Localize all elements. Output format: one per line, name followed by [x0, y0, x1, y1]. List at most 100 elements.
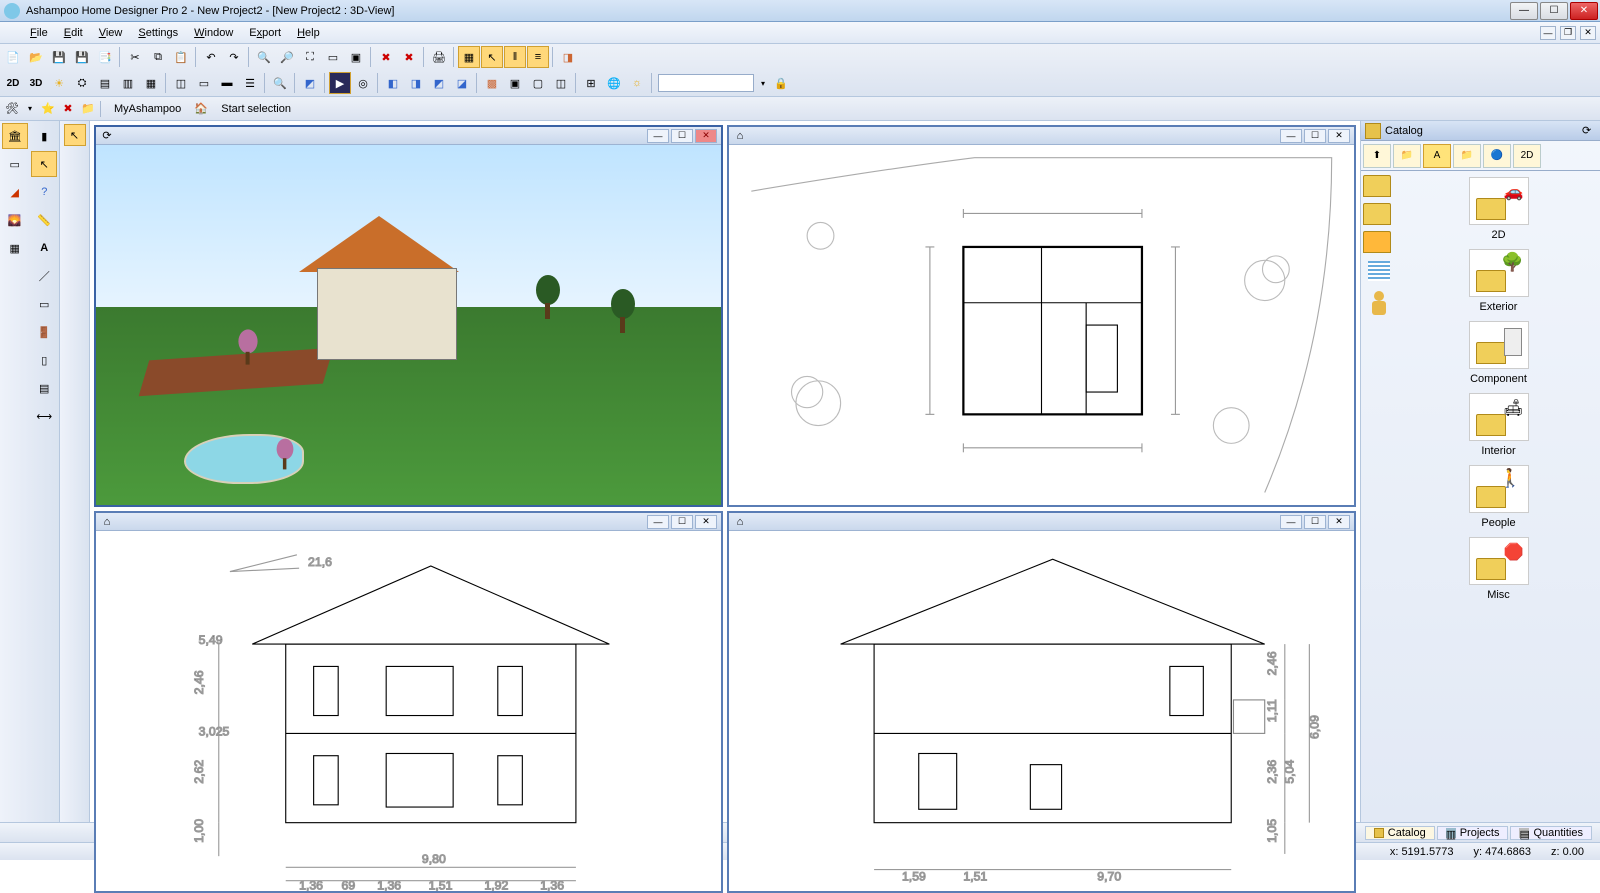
iso4-button[interactable]: ◪: [451, 72, 473, 94]
opt3-button[interactable]: ◫: [550, 72, 572, 94]
tool-building[interactable]: 🏛: [2, 123, 28, 149]
iso3-button[interactable]: ◩: [428, 72, 450, 94]
toggle-view-button[interactable]: ◨: [557, 46, 579, 68]
opt2-button[interactable]: ▢: [527, 72, 549, 94]
pane-elev1-minimize[interactable]: —: [647, 515, 669, 529]
cube-button[interactable]: ◩: [299, 72, 321, 94]
pane-elevation-front[interactable]: ⌂ — ☐ ✕ 21,6: [94, 511, 723, 893]
select-mode-button[interactable]: ↖: [481, 46, 503, 68]
tool-area[interactable]: ▦: [2, 235, 28, 261]
pane-3d-close[interactable]: ✕: [695, 129, 717, 143]
render-wire-button[interactable]: ◎: [352, 72, 374, 94]
pane-plan-viewport[interactable]: [729, 145, 1354, 505]
mdi-restore-button[interactable]: ❐: [1560, 26, 1576, 40]
cut-button[interactable]: ✂: [124, 46, 146, 68]
sun-button[interactable]: ☼: [626, 72, 648, 94]
star-icon[interactable]: ⭐: [40, 101, 56, 117]
lock-button[interactable]: 🔒: [770, 72, 792, 94]
paste-button[interactable]: 📋: [170, 46, 192, 68]
opt1-button[interactable]: ▣: [504, 72, 526, 94]
tool-line[interactable]: ／: [31, 263, 57, 289]
tool-dim[interactable]: ⟷: [31, 403, 57, 429]
pane-3d-maximize[interactable]: ☐: [671, 129, 693, 143]
catalog-tab-2[interactable]: A: [1423, 144, 1451, 168]
pane-3d-view[interactable]: ⟳ — ☐ ✕: [94, 125, 723, 507]
window-stack-button[interactable]: ☰: [239, 72, 261, 94]
tool-wall[interactable]: ▭: [2, 151, 28, 177]
tool-stairs[interactable]: ▤: [31, 375, 57, 401]
window-cascade-button[interactable]: ▬: [216, 72, 238, 94]
start-selection-link[interactable]: Start selection: [213, 103, 299, 115]
delete-all-button[interactable]: ✖: [398, 46, 420, 68]
copy-button[interactable]: ⧉: [147, 46, 169, 68]
catalog-item-people[interactable]: 🚶People: [1454, 465, 1544, 529]
tool-rect[interactable]: ▭: [31, 291, 57, 317]
window-minimize-button[interactable]: —: [1510, 2, 1538, 20]
3d-mode-button[interactable]: 3D: [25, 72, 47, 94]
section-button[interactable]: ▤: [94, 72, 116, 94]
view2-button[interactable]: ⛭: [71, 72, 93, 94]
new-button[interactable]: 📄: [2, 46, 24, 68]
grid-toggle-button[interactable]: ▦: [458, 46, 480, 68]
catalog-tab-up[interactable]: ⬆: [1363, 144, 1391, 168]
pane-plan-minimize[interactable]: —: [1280, 129, 1302, 143]
pane-floor-plan[interactable]: ⌂ — ☐ ✕: [727, 125, 1356, 507]
menu-settings[interactable]: Settings: [130, 25, 186, 41]
globe-button[interactable]: 🌐: [603, 72, 625, 94]
window-arrange-button[interactable]: ◫: [170, 72, 192, 94]
delete-button[interactable]: ✖: [375, 46, 397, 68]
menu-export[interactable]: Export: [241, 25, 289, 41]
tool-door[interactable]: 🚪: [31, 319, 57, 345]
catalog-folder-2[interactable]: [1363, 203, 1391, 225]
menu-file[interactable]: File: [22, 25, 56, 41]
pane-3d-viewport[interactable]: [96, 145, 721, 505]
catalog-item-exterior[interactable]: 🌳Exterior: [1454, 249, 1544, 313]
zoom-all-button[interactable]: ▣: [345, 46, 367, 68]
status-tab-catalog[interactable]: Catalog: [1365, 826, 1435, 840]
undo-button[interactable]: ↶: [200, 46, 222, 68]
myashampoo-link[interactable]: MyAshampoo: [106, 103, 189, 115]
tool-column[interactable]: ▮: [31, 123, 57, 149]
catalog-folder-3[interactable]: [1363, 231, 1391, 253]
pane-elev2-icon[interactable]: ⌂: [733, 515, 747, 529]
tool-roof[interactable]: ◢: [2, 179, 28, 205]
tool-text[interactable]: A: [31, 235, 57, 261]
delete-icon[interactable]: ✖: [60, 101, 76, 117]
save-button[interactable]: 💾: [48, 46, 70, 68]
status-tab-projects[interactable]: ▥Projects: [1437, 826, 1509, 840]
tool-measure[interactable]: 📏: [31, 207, 57, 233]
mdi-close-button[interactable]: ✕: [1580, 26, 1596, 40]
catalog-tab-5[interactable]: 2D: [1513, 144, 1541, 168]
redo-button[interactable]: ↷: [223, 46, 245, 68]
pane-plan-maximize[interactable]: ☐: [1304, 129, 1326, 143]
pane-elev1-icon[interactable]: ⌂: [100, 515, 114, 529]
tool-help[interactable]: ?: [31, 179, 57, 205]
texture-button[interactable]: ▩: [481, 72, 503, 94]
catalog-item-interior[interactable]: 🛋Interior: [1454, 393, 1544, 457]
pane-plan-icon[interactable]: ⌂: [733, 129, 747, 143]
zoom-in-button[interactable]: 🔍: [253, 46, 275, 68]
pane-elev1-close[interactable]: ✕: [695, 515, 717, 529]
pane-elev1-viewport[interactable]: 21,6 5,49 3,025 2,46 2,62 1,00 9,80 1,36…: [96, 531, 721, 891]
save-all-button[interactable]: 📑: [94, 46, 116, 68]
tool-window[interactable]: ▯: [31, 347, 57, 373]
catalog-tab-1[interactable]: 📁: [1393, 144, 1421, 168]
pane-elev2-close[interactable]: ✕: [1328, 515, 1350, 529]
render-shaded-button[interactable]: ▶: [329, 72, 351, 94]
pane-elev2-minimize[interactable]: —: [1280, 515, 1302, 529]
zoom-tool-button[interactable]: 🔍: [269, 72, 291, 94]
view1-button[interactable]: ☀: [48, 72, 70, 94]
catalog-refresh-icon[interactable]: ⟳: [1582, 124, 1596, 138]
sheet-button[interactable]: ▥: [117, 72, 139, 94]
iso2-button[interactable]: ◨: [405, 72, 427, 94]
catalog-tab-4[interactable]: 🔵: [1483, 144, 1511, 168]
menu-edit[interactable]: Edit: [56, 25, 91, 41]
layer-input[interactable]: [658, 74, 754, 92]
pane-plan-close[interactable]: ✕: [1328, 129, 1350, 143]
mdi-minimize-button[interactable]: —: [1540, 26, 1556, 40]
catalog-person-icon[interactable]: [1372, 291, 1386, 317]
catalog-item-2d[interactable]: 🚗2D: [1454, 177, 1544, 241]
zoom-out-button[interactable]: 🔎: [276, 46, 298, 68]
pane-elev2-maximize[interactable]: ☐: [1304, 515, 1326, 529]
window-close-button[interactable]: ✕: [1570, 2, 1598, 20]
